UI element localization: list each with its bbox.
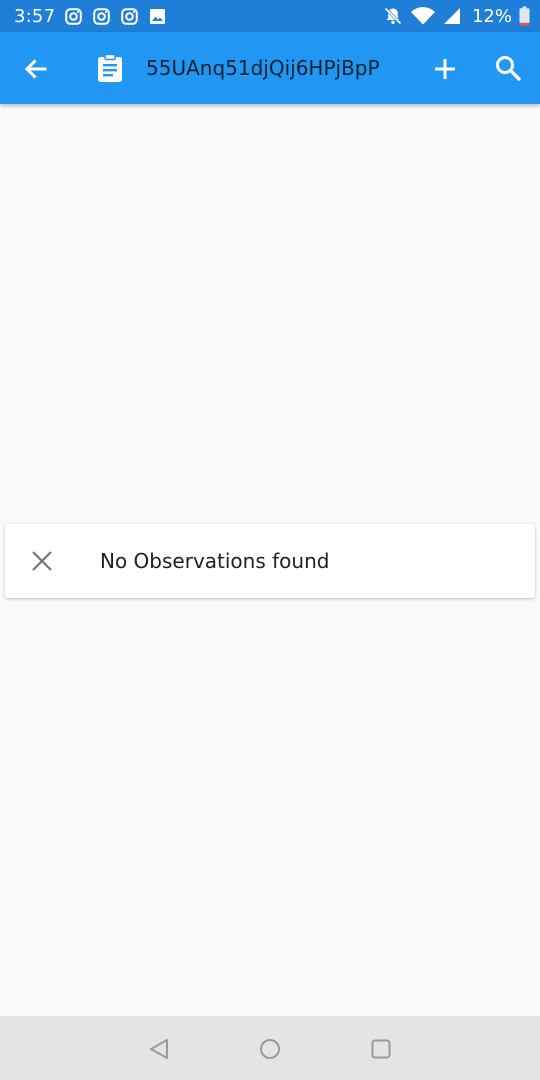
- nav-back-triangle-icon[interactable]: [147, 1037, 171, 1061]
- add-icon[interactable]: [430, 54, 460, 84]
- signal-icon: [443, 8, 460, 24]
- back-arrow-icon[interactable]: [20, 54, 50, 84]
- page-title: 55UAnq51djQij6HPjBpP: [146, 56, 380, 80]
- image-icon: [150, 8, 166, 24]
- status-bar: 3:57 x 12%: [0, 0, 540, 32]
- status-time: 3:57: [14, 5, 56, 27]
- instagram-icon: [121, 7, 139, 25]
- search-icon[interactable]: [493, 53, 523, 83]
- close-icon: [32, 551, 52, 571]
- empty-state-card: No Observations found: [5, 524, 535, 598]
- notification-icons: [65, 7, 166, 25]
- instagram-icon: [93, 7, 111, 25]
- app-screen: 3:57 x 12% 55UAnq51djQij6HPjBpP No Obser…: [0, 0, 540, 1080]
- system-navigation-bar: [0, 1016, 540, 1080]
- system-status: x 12%: [383, 6, 530, 27]
- empty-state-message: No Observations found: [100, 549, 330, 573]
- nav-recents-square-icon[interactable]: [369, 1037, 393, 1061]
- bell-off-icon: [384, 7, 402, 25]
- battery-percent: 12%: [471, 5, 512, 27]
- clipboard-icon: [98, 53, 122, 82]
- svg-text:x: x: [429, 8, 433, 16]
- wifi-icon: x: [410, 7, 435, 25]
- nav-home-circle-icon[interactable]: [258, 1037, 282, 1061]
- instagram-icon: [65, 7, 83, 25]
- app-bar: 55UAnq51djQij6HPjBpP: [0, 32, 540, 104]
- battery-icon: [519, 6, 530, 26]
